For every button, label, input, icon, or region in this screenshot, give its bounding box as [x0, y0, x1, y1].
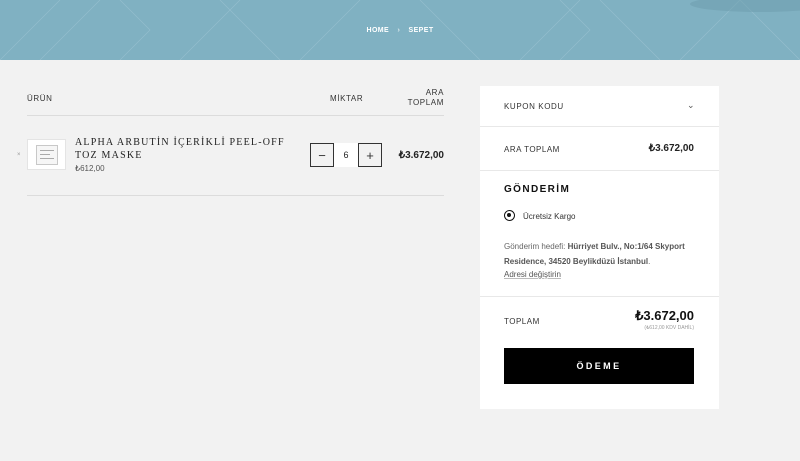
product-thumbnail[interactable] — [27, 139, 66, 170]
breadcrumb-home-link[interactable]: HOME — [366, 27, 389, 34]
breadcrumb-separator: › — [397, 27, 401, 34]
shipping-destination: Gönderim hedefi: Hürriyet Bulv., No:1/64… — [504, 239, 700, 269]
column-header-subtotal-line2: TOPLAM — [407, 98, 444, 107]
column-header-subtotal: ARA TOPLAM — [400, 88, 444, 108]
column-header-product: ÜRÜN — [27, 94, 53, 103]
table-row-divider — [27, 195, 444, 196]
breadcrumb: HOME › SEPET — [0, 27, 800, 34]
line-total: ₺3.672,00 — [398, 150, 444, 161]
subtotal-value: ₺3.672,00 — [648, 143, 694, 154]
panel-divider — [480, 296, 719, 297]
coupon-toggle[interactable]: KUPON KODU — [504, 102, 564, 111]
total-value: ₺3.672,00 — [635, 308, 694, 323]
product-name-link[interactable]: ALPHA ARBUTİN İÇERİKLİ PEEL-OFF TOZ MASK… — [75, 136, 305, 162]
cart-summary-panel: KUPON KODU ⌄ ARA TOPLAM ₺3.672,00 GÖNDER… — [480, 86, 719, 409]
column-header-quantity: MİKTAR — [330, 94, 364, 103]
page-hero-banner: HOME › SEPET — [0, 0, 800, 60]
tax-note: (₺612,00 KDV DAHİL) — [644, 325, 694, 331]
product-package-image — [36, 145, 58, 165]
table-header-divider — [27, 115, 444, 116]
column-header-subtotal-line1: ARA — [425, 88, 444, 97]
subtotal-label: ARA TOPLAM — [504, 145, 560, 154]
shipping-option-label[interactable]: Ücretsiz Kargo — [523, 212, 575, 221]
panel-divider — [480, 126, 719, 127]
panel-divider — [480, 170, 719, 171]
quantity-decrease-button[interactable]: − — [310, 143, 334, 167]
shipping-destination-suffix: . — [648, 257, 651, 266]
quantity-increase-button[interactable]: + — [358, 143, 382, 167]
shipping-radio-free[interactable] — [504, 210, 515, 221]
remove-item-icon[interactable]: × — [17, 152, 21, 158]
chevron-down-icon[interactable]: ⌄ — [687, 100, 695, 111]
change-address-link[interactable]: Adresi değiştirin — [504, 270, 561, 279]
shipping-title: GÖNDERİM — [504, 184, 571, 195]
shipping-destination-prefix: Gönderim hedefi: — [504, 242, 568, 251]
total-label: TOPLAM — [504, 317, 540, 326]
quantity-input[interactable] — [334, 143, 358, 167]
product-unit-price: ₺612,00 — [75, 164, 105, 173]
checkout-button[interactable]: ÖDEME — [504, 348, 694, 384]
breadcrumb-current: SEPET — [408, 27, 434, 34]
